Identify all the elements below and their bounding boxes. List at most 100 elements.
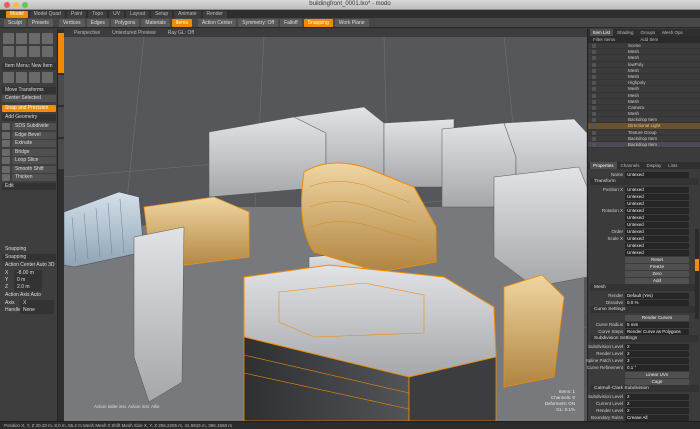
item-list-tab-3[interactable]: Mesh Ops <box>659 29 686 36</box>
tool-bridge[interactable]: Bridge <box>12 148 56 156</box>
properties-tab-0[interactable]: Properties <box>590 162 617 169</box>
action-center-button[interactable]: Action Center <box>197 18 237 27</box>
move-transforms-header[interactable]: Move Transforms <box>2 87 56 94</box>
cc-subdivision-level-field[interactable]: 2 <box>625 393 689 400</box>
items-mode-button[interactable]: Items <box>171 18 192 27</box>
viewport-tab-2[interactable]: Ray GL: Off <box>164 30 198 36</box>
properties-tab-3[interactable]: Lists <box>665 162 680 169</box>
3d-viewport[interactable]: Perspective Untextured Preview Ray GL: Off <box>64 29 587 421</box>
freeze-button[interactable]: Freeze <box>625 263 689 270</box>
catmull-clark-section[interactable]: Catmull-Clark Subdivision <box>590 385 699 392</box>
boundary-rules-field[interactable]: Crease All <box>625 414 689 421</box>
center-y-field[interactable]: 0 m <box>14 277 42 284</box>
layout-tab-setup[interactable]: Setup <box>151 10 173 18</box>
rotation-z-field[interactable]: Untexed <box>625 221 689 228</box>
move-tool-icon[interactable] <box>3 33 14 44</box>
tool-smooth-shift[interactable]: Smooth Shift <box>12 165 56 173</box>
curve-settings-section[interactable]: Curve Settings <box>590 306 699 313</box>
work-plane-button[interactable]: Work Plane <box>334 18 369 27</box>
layout-tab-paint[interactable]: Paint <box>66 10 87 18</box>
center-z-field[interactable]: 2.0 m <box>14 284 42 291</box>
viewport-scene[interactable] <box>64 37 587 421</box>
rotation-y-field[interactable]: Untexed <box>625 214 689 221</box>
align-tool-icon[interactable] <box>42 46 53 57</box>
curve-refinement-field[interactable]: 0.1 ° <box>625 364 689 371</box>
cone-primitive-icon[interactable] <box>42 72 53 83</box>
snap-precision-button[interactable]: Snap and Precision <box>2 105 56 112</box>
tool-edge-bevel[interactable]: Edge Bevel <box>12 131 56 139</box>
item-list-tab-1[interactable]: Shading <box>614 29 637 36</box>
layout-tab-topo[interactable]: Topo <box>88 10 108 18</box>
scale-z-field[interactable]: Untexed <box>625 249 689 256</box>
curve-steps-field[interactable]: Render Curve as Polygons <box>625 328 689 335</box>
viewport-tab-0[interactable]: Perspective <box>70 30 104 36</box>
edges-mode-button[interactable]: Edges <box>86 18 109 27</box>
handle-dropdown[interactable]: None <box>20 307 54 314</box>
item-list-tab-0[interactable]: Item List <box>590 29 614 36</box>
dissolve-field[interactable]: 0.0 % <box>625 299 689 306</box>
filter-items-field[interactable]: Filter Items <box>590 36 618 43</box>
order-field[interactable]: Untexed <box>625 228 689 235</box>
transform-tool-icon[interactable] <box>42 33 53 44</box>
cylinder-primitive-icon[interactable] <box>29 72 40 83</box>
add-item-button[interactable]: Add Item <box>637 36 661 43</box>
axis-dropdown[interactable]: X <box>20 300 54 307</box>
position-y-field[interactable]: Untexed <box>625 193 689 200</box>
tool-sds-subdivide[interactable]: SDS Subdivide <box>12 123 56 130</box>
cube-primitive-icon[interactable] <box>3 72 14 83</box>
tool-loop-slice[interactable]: Loop Slice <box>12 157 56 164</box>
polygons-mode-button[interactable]: Polygons <box>110 18 140 27</box>
cage-button[interactable]: Cage <box>625 378 689 385</box>
position-x-field[interactable]: Untexed <box>625 186 689 193</box>
center-selected-button[interactable]: Center Selected <box>2 95 56 102</box>
list-item[interactable]: Backdrop Item <box>588 142 700 149</box>
vertices-mode-button[interactable]: Vertices <box>58 18 85 27</box>
scrollbar-thumb[interactable] <box>695 259 699 271</box>
add-geometry-header[interactable]: Add Geometry <box>2 114 56 121</box>
render-curves-button[interactable]: Render Curves <box>625 314 689 321</box>
snapping-button[interactable]: Snapping <box>303 18 333 27</box>
tool-thicken[interactable]: Thicken <box>12 174 56 181</box>
center-x-field[interactable]: -8.00 m <box>14 270 42 277</box>
layout-tab-animate[interactable]: Animate <box>174 10 201 18</box>
render-field[interactable]: Default (Yes) <box>625 292 689 299</box>
spline-patch-field[interactable]: 3 <box>625 357 689 364</box>
rotate-tool-icon[interactable] <box>16 33 27 44</box>
scale-tool-icon[interactable] <box>29 33 40 44</box>
scale-x-field[interactable]: Untexed <box>625 235 689 242</box>
presets-button[interactable]: Presets <box>27 18 53 27</box>
sculpt-button[interactable]: Sculpt <box>4 18 26 27</box>
zero-button[interactable]: Zero <box>625 270 689 277</box>
snapping-value[interactable]: Snapping <box>2 254 56 261</box>
stretch-tool-icon[interactable] <box>16 46 27 57</box>
falloff-button[interactable]: Falloff <box>280 18 302 27</box>
mesh-section[interactable]: Mesh <box>590 284 699 291</box>
subdivision-level-field[interactable]: 2 <box>625 343 689 350</box>
viewport-tab-1[interactable]: Untextured Preview <box>108 30 160 36</box>
rotation-x-field[interactable]: Untexed <box>625 207 689 214</box>
properties-tab-1[interactable]: Channels <box>618 162 643 169</box>
properties-tab-2[interactable]: Display <box>644 162 665 169</box>
properties-scrollbar[interactable] <box>695 229 699 319</box>
cc-current-level-field[interactable]: 2 <box>625 400 689 407</box>
element-move-icon[interactable] <box>3 46 14 57</box>
reset-button[interactable]: Reset <box>625 256 689 263</box>
position-z-field[interactable]: Untexed <box>625 200 689 207</box>
layout-tab-layout[interactable]: Layout <box>126 10 150 18</box>
curve-radius-field[interactable]: 5 mm <box>625 321 689 328</box>
edit-dropdown[interactable]: Edit <box>2 183 56 190</box>
item-menu-dropdown[interactable]: Item Menu: New Item <box>2 63 56 70</box>
render-level-field[interactable]: 2 <box>625 350 689 357</box>
mirror-tool-icon[interactable] <box>29 46 40 57</box>
layout-tab-model[interactable]: Model <box>6 10 28 18</box>
layout-tab-uv[interactable]: UV <box>109 10 125 18</box>
linear-uvs-button[interactable]: Linear UVs <box>625 371 689 378</box>
transform-section[interactable]: Transform <box>590 178 699 185</box>
symmetry-button[interactable]: Symmetry: Off <box>238 18 279 27</box>
sphere-primitive-icon[interactable] <box>16 72 27 83</box>
scale-y-field[interactable]: Untexed <box>625 242 689 249</box>
subdivision-section[interactable]: Subdivision Settings <box>590 335 699 342</box>
item-list-tab-2[interactable]: Groups <box>638 29 659 36</box>
tool-extrude[interactable]: Extrude <box>12 140 56 147</box>
layout-tab-model-quad[interactable]: Model Quad <box>29 10 65 18</box>
